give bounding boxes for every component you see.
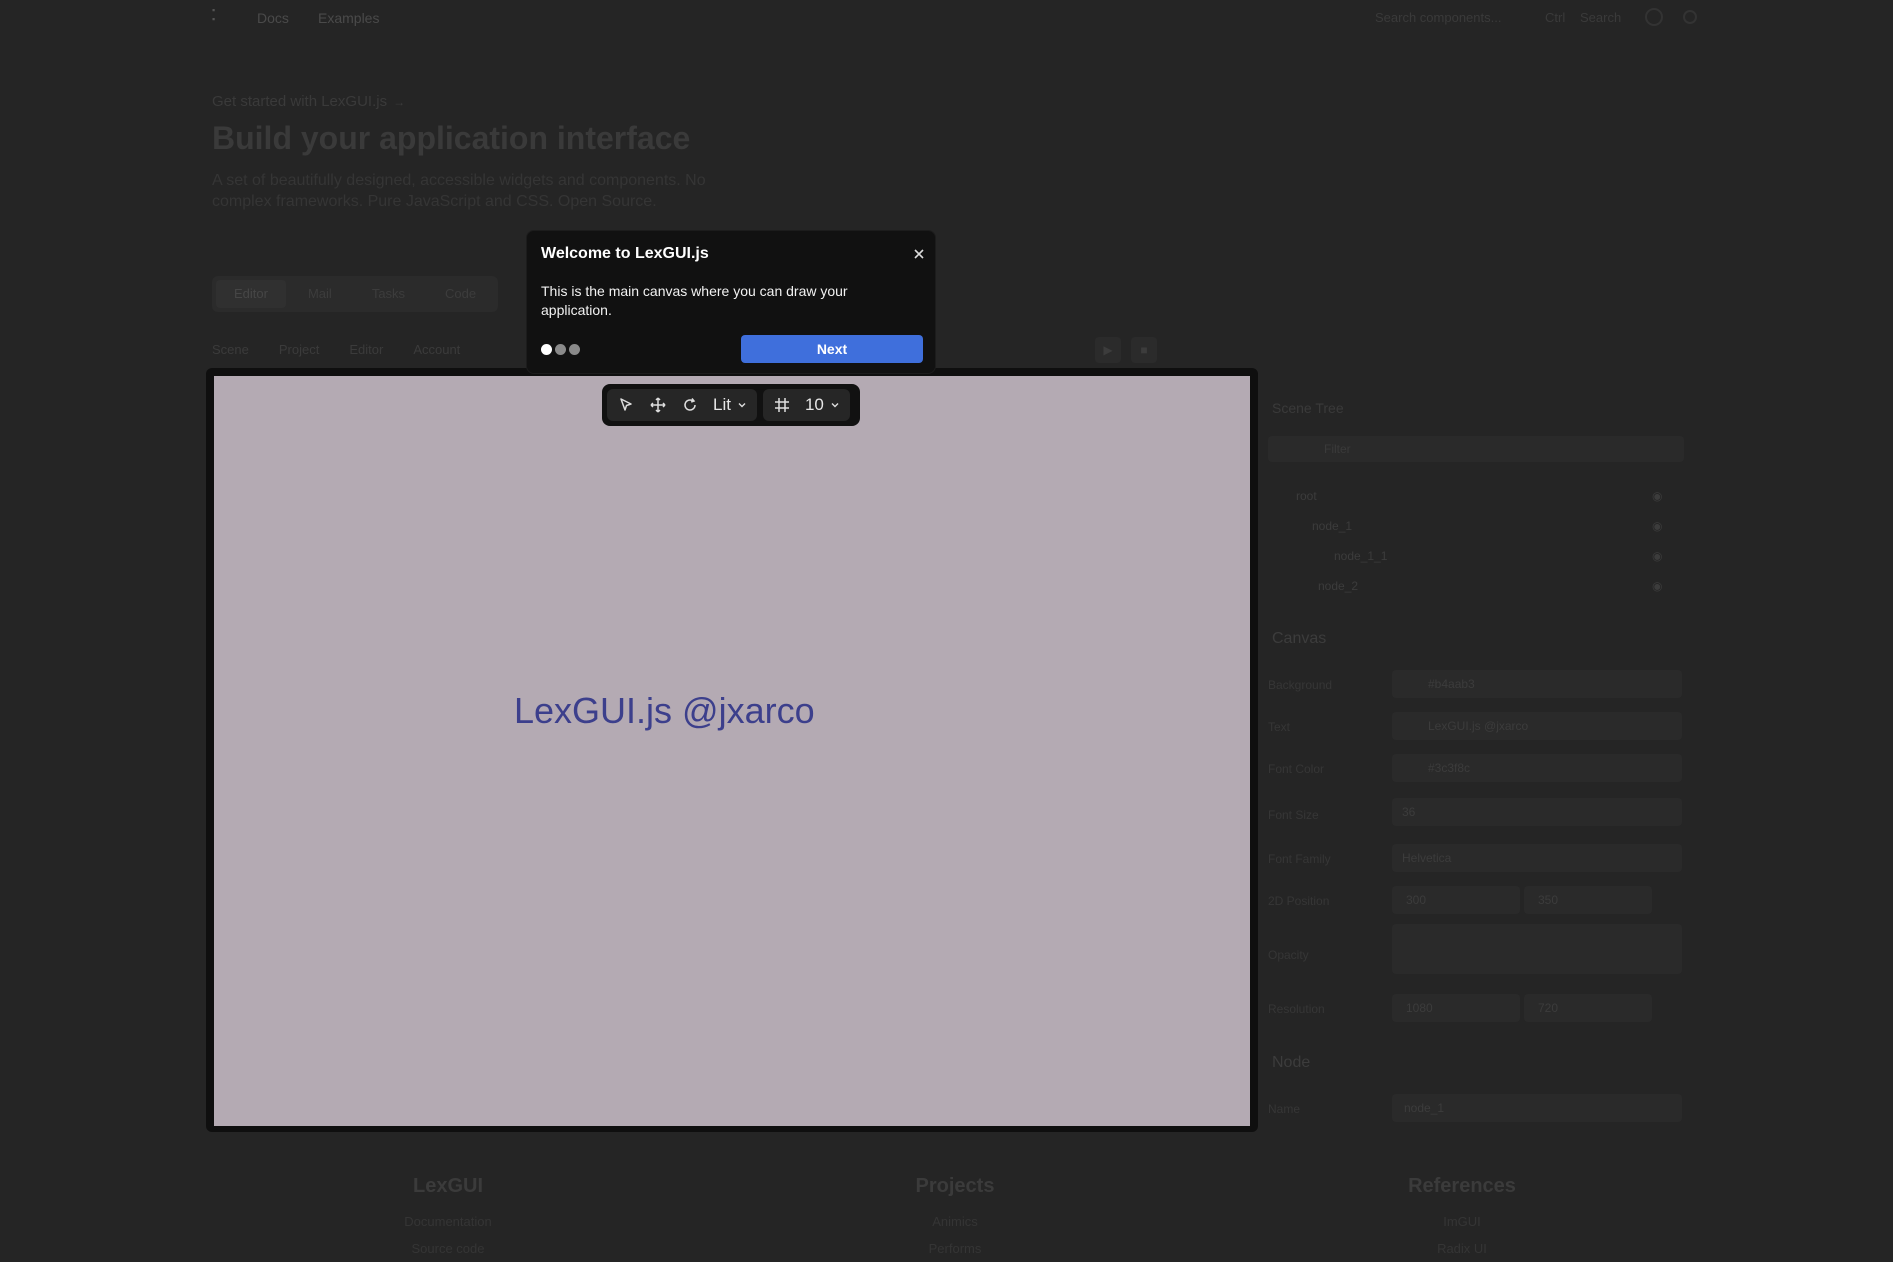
eye-icon[interactable]: ◉ xyxy=(1652,519,1662,533)
font-size-slider[interactable]: 36 xyxy=(1392,798,1682,826)
tree-item-node-1[interactable]: node_1 xyxy=(1312,519,1352,533)
menu-scene[interactable]: Scene xyxy=(212,342,249,357)
tab-editor[interactable]: Editor xyxy=(216,280,286,308)
prop-label-resolution: Resolution xyxy=(1268,1002,1325,1016)
logo[interactable]: ▪ ▪ xyxy=(212,6,224,32)
opacity-curve[interactable] xyxy=(1392,924,1682,974)
transform-tools: Lit xyxy=(607,389,757,421)
prop-label-font-family: Font Family xyxy=(1268,852,1331,866)
node-section-title[interactable]: Node xyxy=(1272,1054,1310,1072)
step-dot xyxy=(555,344,566,355)
tab-tasks[interactable]: Tasks xyxy=(354,280,423,308)
footer-link[interactable]: Animics xyxy=(835,1214,1075,1229)
search-input[interactable]: Search components... xyxy=(1375,10,1501,25)
tour-step-indicator xyxy=(541,344,580,355)
position-x-field[interactable]: 300 xyxy=(1392,886,1520,914)
prop-label-2d-position: 2D Position xyxy=(1268,894,1330,908)
menubar: Scene Project Editor Account xyxy=(212,342,460,357)
hero-eyebrow[interactable]: Get started with LexGUI.js → xyxy=(212,93,405,110)
prop-label-opacity: Opacity xyxy=(1268,948,1309,962)
github-icon[interactable] xyxy=(1645,8,1663,26)
footer-column-projects: Projects Animics Performs xyxy=(835,1175,1075,1262)
footer-column-references: References ImGUI Radix UI xyxy=(1342,1175,1582,1262)
shortcut-hint: Ctrl xyxy=(1545,10,1566,25)
tour-popover: Welcome to LexGUI.js This is the main ca… xyxy=(526,230,936,374)
shading-select[interactable]: Lit xyxy=(709,395,751,415)
step-dot-active xyxy=(541,344,552,355)
nav-link-docs[interactable]: Docs xyxy=(257,10,289,26)
font-color-field[interactable]: #3c3f8c xyxy=(1392,754,1682,782)
footer-link[interactable]: ImGUI xyxy=(1342,1214,1582,1229)
tree-item-node-2[interactable]: node_2 xyxy=(1318,579,1358,593)
theme-toggle-icon[interactable] xyxy=(1683,10,1697,24)
hero-description: A set of beautifully designed, accessibl… xyxy=(212,172,706,210)
prop-label-background: Background xyxy=(1268,678,1333,692)
footer-link[interactable]: Documentation xyxy=(328,1214,568,1229)
scene-tree-title: Scene Tree xyxy=(1272,400,1344,416)
tabs-bar: Editor Mail Tasks Code xyxy=(212,276,499,312)
menu-account[interactable]: Account xyxy=(413,342,460,357)
grid-tools: 10 xyxy=(762,389,850,421)
font-family-select[interactable]: Helvetica xyxy=(1392,844,1682,872)
prop-label-name: Name xyxy=(1268,1102,1301,1116)
eye-icon[interactable]: ◉ xyxy=(1652,489,1662,503)
footer-title: References xyxy=(1408,1175,1516,1197)
text-field[interactable]: LexGUI.js @jxarco xyxy=(1392,712,1682,740)
close-icon[interactable] xyxy=(909,244,929,264)
menu-editor[interactable]: Editor xyxy=(349,342,383,357)
tab-mail[interactable]: Mail xyxy=(290,280,350,308)
grid-size-select[interactable]: 10 xyxy=(801,395,844,415)
footer-link[interactable]: Radix UI xyxy=(1342,1241,1582,1256)
resolution-height-field[interactable]: 720 xyxy=(1524,994,1652,1022)
prop-label-text: Text xyxy=(1268,720,1291,734)
resolution-width-field[interactable]: 1080 xyxy=(1392,994,1520,1022)
tour-body: This is the main canvas where you can dr… xyxy=(541,283,848,318)
node-name-field[interactable]: node_1 xyxy=(1392,1094,1682,1122)
footer-column-lexgui: LexGUI Documentation Source code xyxy=(328,1175,568,1262)
tree-item-node-1-1[interactable]: node_1_1 xyxy=(1334,549,1387,563)
tree-item-root[interactable]: root xyxy=(1296,489,1317,503)
prop-label-font-color: Font Color xyxy=(1268,762,1325,776)
canvas-text: LexGUI.js @jxarco xyxy=(514,690,815,731)
chevron-down-icon xyxy=(831,403,839,408)
move-icon[interactable] xyxy=(645,392,671,418)
position-y-field[interactable]: 350 xyxy=(1524,886,1652,914)
next-button[interactable]: Next xyxy=(741,335,923,363)
footer-link[interactable]: Source code xyxy=(328,1241,568,1256)
eye-icon[interactable]: ◉ xyxy=(1652,549,1662,563)
select-cursor-icon[interactable] xyxy=(613,392,639,418)
scene-tree-filter[interactable]: Filter xyxy=(1268,436,1684,462)
tour-title: Welcome to LexGUI.js xyxy=(541,245,709,262)
tab-code[interactable]: Code xyxy=(427,280,494,308)
prop-label-font-size: Font Size xyxy=(1268,808,1319,822)
canvas-toolbar: Lit 10 xyxy=(602,384,860,426)
arrow-right-icon: → xyxy=(393,95,406,109)
footer-title: Projects xyxy=(915,1175,995,1197)
chevron-down-icon xyxy=(738,403,746,408)
grid-size-value: 10 xyxy=(804,395,824,414)
hero-eyebrow-text: Get started with LexGUI.js xyxy=(212,93,388,110)
background-color-field[interactable]: #b4aab3 xyxy=(1392,670,1682,698)
nav-link-examples[interactable]: Examples xyxy=(318,10,379,26)
footer-title: LexGUI xyxy=(412,1175,484,1197)
menu-project[interactable]: Project xyxy=(279,342,319,357)
main-canvas[interactable] xyxy=(214,376,1250,1126)
shading-value: Lit xyxy=(713,395,731,414)
canvas-section-title[interactable]: Canvas xyxy=(1272,630,1326,648)
rotate-icon[interactable] xyxy=(677,392,703,418)
playback-controls: ▶ ■ xyxy=(1095,337,1157,363)
step-dot xyxy=(569,344,580,355)
shortcut-key: Search xyxy=(1580,10,1622,25)
eye-icon[interactable]: ◉ xyxy=(1652,579,1662,593)
hero-title: Build your application interface xyxy=(212,120,691,156)
play-icon[interactable]: ▶ xyxy=(1095,337,1121,363)
grid-icon[interactable] xyxy=(769,392,795,418)
stop-icon[interactable]: ■ xyxy=(1131,337,1157,363)
footer-link[interactable]: Performs xyxy=(835,1241,1075,1256)
